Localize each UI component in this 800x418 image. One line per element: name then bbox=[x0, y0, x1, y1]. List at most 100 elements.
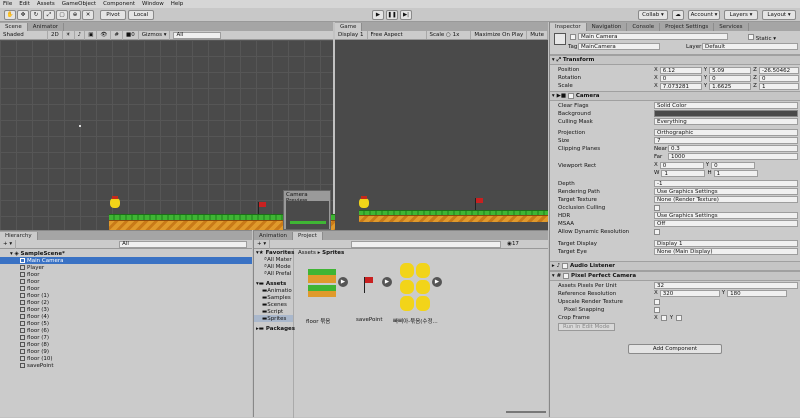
hierarchy-create-button[interactable]: + ▾ bbox=[0, 239, 17, 249]
tab-console[interactable]: Console bbox=[627, 23, 661, 31]
menu-help[interactable]: Help bbox=[171, 1, 184, 7]
menu-window[interactable]: Window bbox=[142, 1, 164, 7]
audio-listener-header[interactable]: ▸ ♪ Audio Listener bbox=[550, 261, 800, 271]
custom-tool-icon[interactable]: ✕ bbox=[82, 10, 94, 20]
layer-dropdown[interactable]: Default bbox=[702, 43, 798, 50]
scale-x[interactable]: 7.073281 bbox=[659, 83, 702, 90]
far-field[interactable]: 1000 bbox=[668, 153, 798, 160]
static-dropdown[interactable]: Static ▾ bbox=[748, 34, 776, 42]
target-texture-field[interactable]: None (Render Texture) bbox=[654, 196, 798, 203]
tab-services[interactable]: Services bbox=[714, 23, 749, 31]
tab-project[interactable]: Project bbox=[293, 232, 323, 240]
dynamic-resolution-checkbox[interactable] bbox=[654, 229, 660, 235]
position-z[interactable]: -26.50462 bbox=[758, 67, 799, 74]
favorite-item[interactable]: ⌕ All Mode bbox=[254, 263, 293, 270]
projection-dropdown[interactable]: Orthographic bbox=[654, 129, 798, 136]
local-toggle[interactable]: Local bbox=[128, 10, 154, 20]
hierarchy-item-floor[interactable]: floor bbox=[0, 285, 252, 292]
target-eye-dropdown[interactable]: None (Main Display) bbox=[654, 248, 798, 255]
hierarchy-item-main-camera[interactable]: Main Camera bbox=[0, 257, 252, 264]
hierarchy-item-floor-5[interactable]: floor (5) bbox=[0, 320, 252, 327]
viewport-w[interactable]: 1 bbox=[661, 170, 706, 177]
scale-z[interactable]: 1 bbox=[758, 83, 799, 90]
camera-header[interactable]: ▾ ▶■ Camera bbox=[550, 91, 800, 101]
viewport-x[interactable]: 0 bbox=[659, 162, 704, 169]
menu-assets[interactable]: Assets bbox=[37, 1, 55, 7]
hierarchy-item-floor-7[interactable]: floor (7) bbox=[0, 334, 252, 341]
pixel-snapping-checkbox[interactable] bbox=[654, 307, 660, 313]
occlusion-checkbox[interactable] bbox=[654, 205, 660, 211]
effects-icon[interactable]: ▣ bbox=[85, 30, 98, 40]
rotation-x[interactable]: 0 bbox=[659, 75, 702, 82]
asset-folder[interactable]: ▬ Samples bbox=[254, 294, 293, 301]
hierarchy-item-floor[interactable]: floor bbox=[0, 278, 252, 285]
target-display-dropdown[interactable]: Display 1 bbox=[654, 240, 798, 247]
tag-dropdown[interactable]: MainCamera bbox=[578, 43, 660, 50]
tab-game[interactable]: Game bbox=[335, 23, 363, 31]
hierarchy-item-floor-2[interactable]: floor (2) bbox=[0, 299, 252, 306]
asset-folder[interactable]: ▬ Script bbox=[254, 308, 293, 315]
player-sprite[interactable] bbox=[110, 198, 120, 208]
transform-tool-icon[interactable]: ⊕ bbox=[69, 10, 81, 20]
aspect-dropdown[interactable]: Free Aspect bbox=[368, 31, 427, 39]
visibility-icon[interactable]: 👁 bbox=[97, 30, 112, 40]
favorite-item[interactable]: ⌕ All Mater bbox=[254, 256, 293, 263]
thumbnail-size-slider[interactable] bbox=[506, 411, 546, 413]
rotation-y[interactable]: 0 bbox=[709, 75, 752, 82]
active-checkbox[interactable] bbox=[570, 34, 576, 40]
hierarchy-item-floor-6[interactable]: floor (6) bbox=[0, 327, 252, 334]
expand-sprite-icon[interactable]: ▶ bbox=[338, 277, 348, 287]
maximize-toggle[interactable]: Maximize On Play bbox=[471, 31, 528, 39]
project-create-button[interactable]: + ▾ bbox=[254, 239, 271, 249]
hdr-dropdown[interactable]: Use Graphics Settings bbox=[654, 212, 798, 219]
hierarchy-item-savepoint[interactable]: savePoint bbox=[0, 362, 252, 369]
account-button[interactable]: Account ▾ bbox=[688, 10, 720, 20]
position-x[interactable]: 6.12 bbox=[659, 67, 702, 74]
msaa-dropdown[interactable]: Off bbox=[654, 220, 798, 227]
menu-file[interactable]: File bbox=[3, 1, 12, 7]
hierarchy-search-input[interactable]: All bbox=[116, 240, 250, 249]
collab-button[interactable]: Collab ▾ bbox=[638, 10, 668, 20]
rotate-tool-icon[interactable]: ↻ bbox=[30, 10, 42, 20]
viewport-h[interactable]: 1 bbox=[713, 170, 758, 177]
play-icon[interactable]: ▶ bbox=[372, 10, 384, 20]
hierarchy-item-floor[interactable]: floor bbox=[0, 271, 252, 278]
scale-y[interactable]: 1.6625 bbox=[709, 83, 752, 90]
depth-field[interactable]: -1 bbox=[654, 180, 798, 187]
tab-project-settings[interactable]: Project Settings bbox=[660, 23, 715, 31]
layers-button[interactable]: Layers ▾ bbox=[724, 10, 758, 20]
step-icon[interactable]: ▶| bbox=[400, 10, 412, 20]
project-search-input[interactable] bbox=[348, 240, 504, 249]
rendering-path-dropdown[interactable]: Use Graphics Settings bbox=[654, 188, 798, 195]
mute-toggle[interactable]: Mute bbox=[527, 31, 548, 39]
favorite-item[interactable]: ⌕ All Prefal bbox=[254, 270, 293, 277]
rotation-z[interactable]: 0 bbox=[758, 75, 799, 82]
ref-res-y[interactable]: 180 bbox=[727, 290, 788, 297]
culling-mask-dropdown[interactable]: Everything bbox=[654, 118, 798, 125]
rect-tool-icon[interactable]: ▢ bbox=[56, 10, 68, 20]
move-tool-icon[interactable]: ✥ bbox=[17, 10, 29, 20]
position-y[interactable]: 5.09 bbox=[709, 67, 752, 74]
favorites-header[interactable]: ▾★ Favorites bbox=[254, 249, 294, 256]
hierarchy-item-floor-8[interactable]: floor (8) bbox=[0, 341, 252, 348]
asset-folder[interactable]: ▬ Scenes bbox=[254, 301, 293, 308]
audio-icon[interactable]: ♪ bbox=[75, 30, 86, 40]
light-icon[interactable]: ☀ bbox=[63, 30, 75, 40]
asset-savepoint-flag[interactable] bbox=[365, 277, 373, 283]
background-color-swatch[interactable] bbox=[654, 110, 798, 117]
expand-character-icon[interactable]: ▶ bbox=[432, 277, 442, 287]
mode-2d-toggle[interactable]: 2D bbox=[48, 30, 63, 40]
object-name-field[interactable]: Main Camera bbox=[578, 33, 728, 40]
asset-floor-sprite[interactable] bbox=[308, 269, 336, 297]
run-in-edit-button[interactable]: Run In Edit Mode bbox=[558, 323, 615, 331]
ppc-enabled-checkbox[interactable] bbox=[563, 273, 570, 279]
breadcrumb-root[interactable]: Assets bbox=[298, 250, 316, 256]
asset-character-sheet[interactable] bbox=[400, 263, 430, 311]
near-field[interactable]: 0.3 bbox=[668, 145, 798, 152]
expand-savepoint-icon[interactable]: ▶ bbox=[382, 277, 392, 287]
pixel-perfect-header[interactable]: ▾ # Pixel Perfect Camera bbox=[550, 271, 800, 281]
game-viewport[interactable] bbox=[335, 40, 548, 230]
shading-dropdown[interactable]: Shaded bbox=[0, 30, 48, 40]
hierarchy-item-player[interactable]: Player bbox=[0, 264, 252, 271]
hierarchy-item-floor-1[interactable]: floor (1) bbox=[0, 292, 252, 299]
